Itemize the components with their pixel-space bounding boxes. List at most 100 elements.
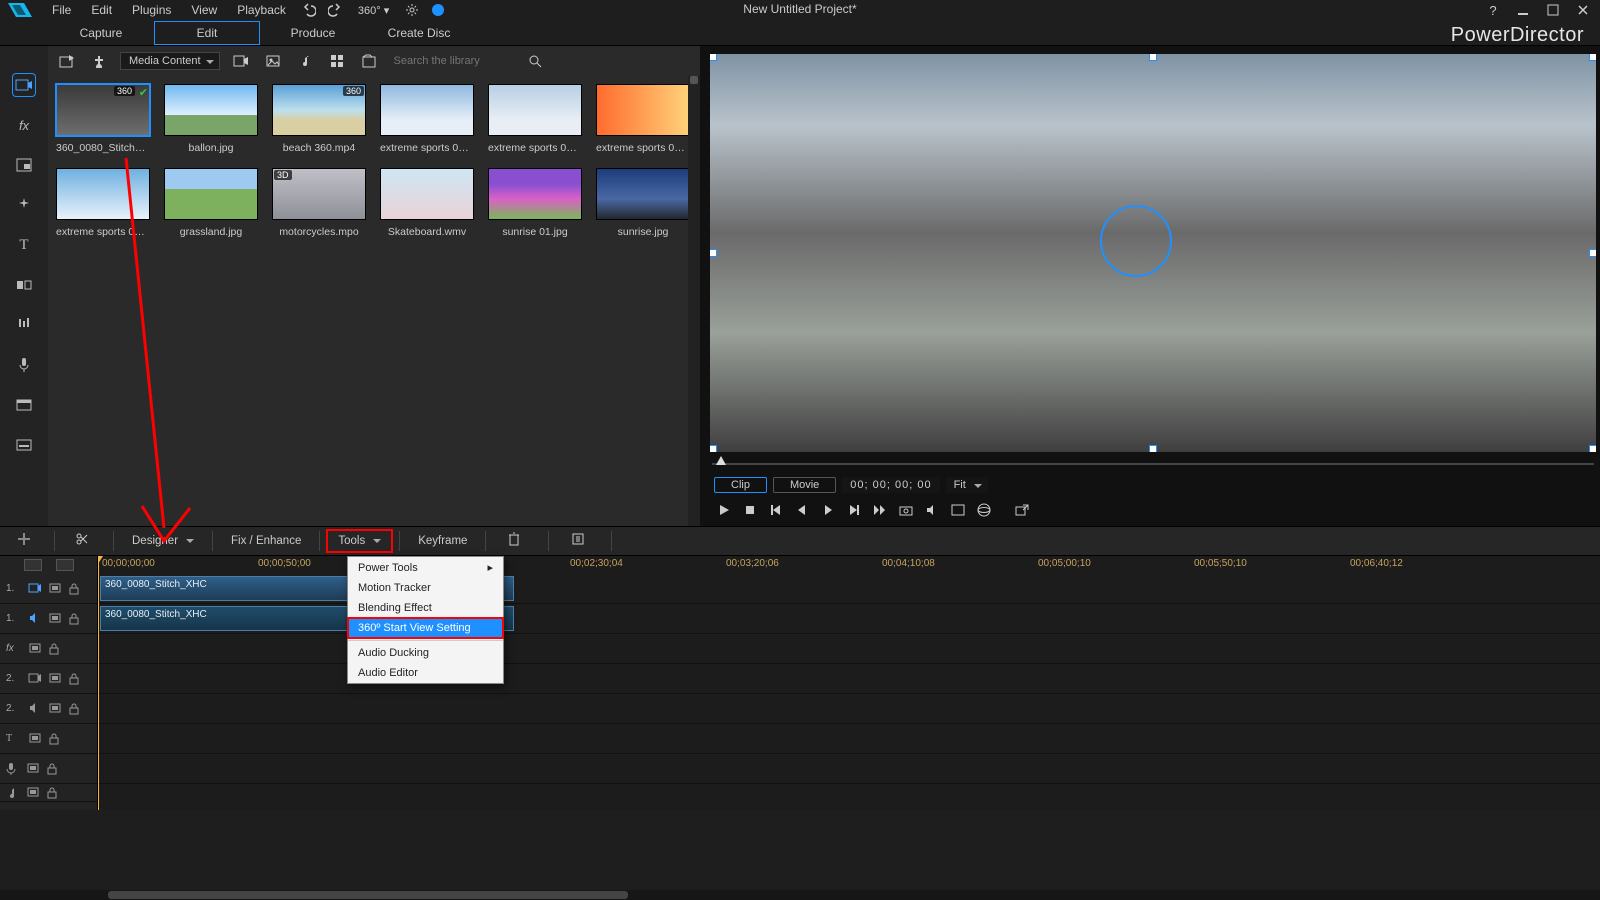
grid-view-icon[interactable]	[326, 50, 348, 72]
menu-playback[interactable]: Playback	[227, 1, 296, 19]
quality-icon[interactable]	[950, 502, 966, 518]
timecode-display[interactable]: 00; 00; 00; 00	[842, 477, 939, 493]
track-header[interactable]: T	[0, 724, 97, 754]
menu-view[interactable]: View	[181, 1, 227, 19]
plugin-icon[interactable]	[88, 50, 110, 72]
zoom-dropdown[interactable]: Fit	[946, 477, 988, 493]
visibility-icon[interactable]	[28, 732, 42, 746]
search-input[interactable]	[394, 55, 514, 67]
media-item[interactable]: sunrise.jpg	[596, 168, 690, 238]
media-item[interactable]: 360✔360_0080_Stitch_XHC...	[56, 84, 150, 154]
resize-handle[interactable]	[1149, 445, 1157, 452]
explorer-icon[interactable]	[358, 50, 380, 72]
transition-room-icon[interactable]	[13, 274, 35, 296]
chapter-room-icon[interactable]	[13, 394, 35, 416]
tab-capture[interactable]: Capture	[48, 22, 154, 44]
cloud-icon[interactable]	[429, 1, 447, 19]
media-item[interactable]: Skateboard.wmv	[380, 168, 474, 238]
split-icon[interactable]	[75, 532, 93, 550]
keyframe-button[interactable]: Keyframe	[408, 531, 477, 551]
more-options-icon[interactable]	[571, 532, 589, 550]
track-header[interactable]: 1.	[0, 604, 97, 634]
lock-icon[interactable]	[48, 732, 62, 746]
track-header[interactable]: 2.	[0, 664, 97, 694]
undock-icon[interactable]	[1014, 502, 1030, 518]
seek-bar[interactable]	[712, 456, 1594, 472]
tools-dropdown[interactable]: Tools	[328, 531, 391, 551]
visibility-icon[interactable]	[48, 702, 62, 716]
volume-icon[interactable]	[924, 502, 940, 518]
tab-produce[interactable]: Produce	[260, 22, 366, 44]
title-room-icon[interactable]: T	[13, 234, 35, 256]
filter-audio-icon[interactable]	[294, 50, 316, 72]
media-item[interactable]: extreme sports 01.jpg	[380, 84, 474, 154]
resize-handle[interactable]	[710, 445, 717, 452]
resize-handle[interactable]	[1589, 249, 1596, 257]
media-item[interactable]: 360beach 360.mp4	[272, 84, 366, 154]
visibility-icon[interactable]	[26, 762, 40, 776]
menu-item-audio-ducking[interactable]: Audio Ducking	[348, 643, 503, 663]
media-room-icon[interactable]	[13, 74, 35, 96]
tab-create-disc[interactable]: Create Disc	[366, 22, 472, 44]
vr-mode-icon[interactable]	[976, 502, 992, 518]
timeline-track[interactable]: 360_0080_Stitch_XHC	[98, 574, 1600, 604]
filter-image-icon[interactable]	[262, 50, 284, 72]
media-filter-dropdown[interactable]: Media Content	[120, 52, 220, 70]
track-header[interactable]: 1.	[0, 574, 97, 604]
media-item[interactable]: grassland.jpg	[164, 168, 258, 238]
fast-fwd-icon[interactable]	[872, 502, 888, 518]
visibility-icon[interactable]	[28, 642, 42, 656]
timeline-track[interactable]	[98, 724, 1600, 754]
audio-mix-room-icon[interactable]	[13, 314, 35, 336]
seek-head-icon[interactable]	[716, 456, 726, 465]
lock-icon[interactable]	[68, 582, 82, 596]
add-track-icon[interactable]	[16, 532, 34, 550]
track-header[interactable]	[0, 784, 97, 802]
resize-handle[interactable]	[1149, 54, 1157, 61]
timeline-h-scrollbar[interactable]	[0, 890, 1600, 900]
playhead[interactable]	[98, 556, 99, 810]
close-icon[interactable]	[1574, 1, 1592, 19]
voiceover-room-icon[interactable]	[13, 354, 35, 376]
filter-video-icon[interactable]	[230, 50, 252, 72]
visibility-icon[interactable]	[48, 612, 62, 626]
stop-icon[interactable]	[742, 502, 758, 518]
visibility-icon[interactable]	[48, 672, 62, 686]
aspect-ratio-dropdown[interactable]: 360° ▾	[348, 2, 399, 19]
preview-canvas[interactable]	[710, 54, 1596, 452]
tab-edit[interactable]: Edit	[154, 21, 260, 45]
settings-gear-icon[interactable]	[403, 1, 421, 19]
media-item[interactable]: sunrise 01.jpg	[488, 168, 582, 238]
resize-handle[interactable]	[710, 54, 717, 61]
import-media-icon[interactable]	[56, 50, 78, 72]
next-frame-icon[interactable]	[846, 502, 862, 518]
menu-item-motion-tracker[interactable]: Motion Tracker	[348, 578, 503, 598]
resize-handle[interactable]	[710, 249, 717, 257]
pip-room-icon[interactable]	[13, 154, 35, 176]
fx-room-icon[interactable]: fx	[13, 114, 35, 136]
timeline-track[interactable]	[98, 634, 1600, 664]
snapshot-icon[interactable]	[898, 502, 914, 518]
mode-clip-button[interactable]: Clip	[714, 477, 767, 493]
resize-handle[interactable]	[1589, 445, 1596, 452]
redo-icon[interactable]	[326, 1, 344, 19]
zoom-out-icon[interactable]	[24, 559, 42, 571]
track-header[interactable]: fx	[0, 634, 97, 664]
designer-dropdown[interactable]: Designer	[122, 531, 204, 551]
media-item[interactable]: extreme sports 04.jpg	[56, 168, 150, 238]
prev-frame-icon[interactable]	[768, 502, 784, 518]
play-icon[interactable]	[716, 502, 732, 518]
subtitle-room-icon[interactable]	[13, 434, 35, 456]
lock-icon[interactable]	[68, 612, 82, 626]
fix-enhance-button[interactable]: Fix / Enhance	[221, 531, 311, 551]
lock-icon[interactable]	[68, 702, 82, 716]
menu-plugins[interactable]: Plugins	[122, 1, 181, 19]
menu-item-360-start-view[interactable]: 360º Start View Setting	[348, 618, 503, 638]
resize-handle[interactable]	[1589, 54, 1596, 61]
help-icon[interactable]: ?	[1484, 1, 1502, 19]
menu-file[interactable]: File	[42, 1, 81, 19]
media-item[interactable]: 3Dmotorcycles.mpo	[272, 168, 366, 238]
maximize-icon[interactable]	[1544, 1, 1562, 19]
menu-item-power-tools[interactable]: Power Tools▸	[348, 557, 503, 578]
lock-icon[interactable]	[46, 786, 60, 800]
